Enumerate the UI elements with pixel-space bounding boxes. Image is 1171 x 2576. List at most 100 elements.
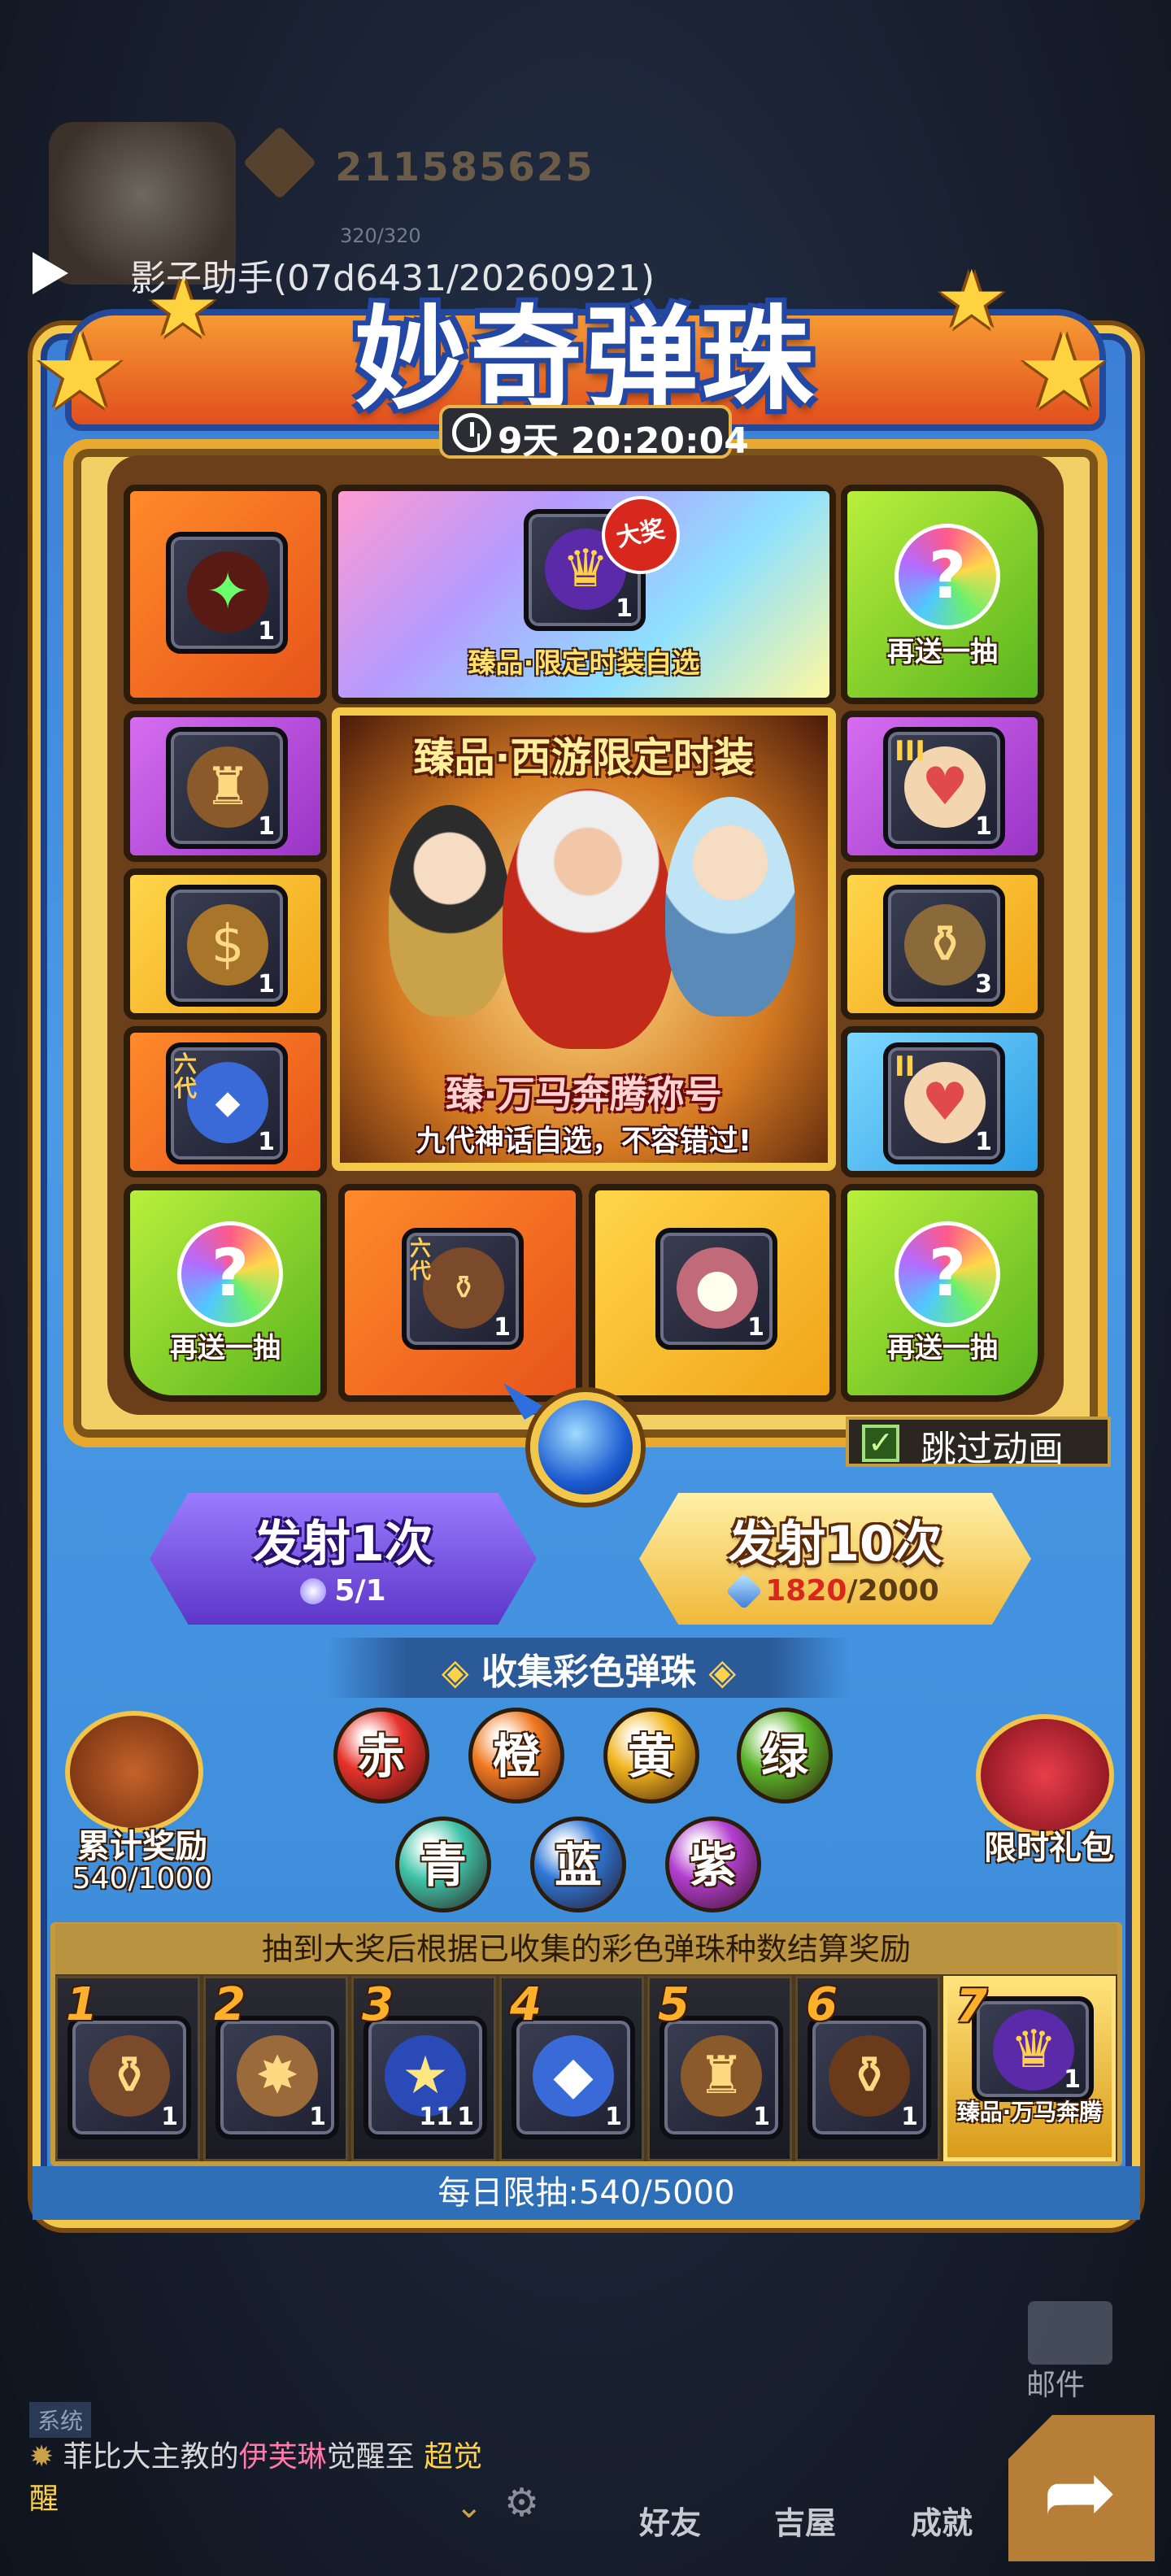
draw-once-cost: 5/1 (150, 1574, 537, 1608)
marble-label: 紫 (689, 1838, 737, 1893)
tier-reward-label: 臻品·万马奔腾 (956, 2099, 1103, 2126)
item-qty: 1 (258, 970, 275, 999)
rainbow-question-icon: ? (177, 1221, 283, 1327)
checkbox-checked-icon[interactable]: ✓ (862, 1425, 899, 1462)
extra-draw-label: 再送一抽 (887, 636, 998, 668)
pet-egg-icon: ♥ (904, 1062, 986, 1143)
system-icon: ✹ (29, 2440, 54, 2474)
tier-number: 4 (510, 1978, 542, 2031)
marble-label: 蓝 (554, 1838, 602, 1893)
tier-number: 1 (66, 1978, 98, 2031)
system-message-name: 伊芙琳 (238, 2440, 327, 2474)
board-tile: $ 1 (124, 868, 327, 1020)
extra-draw-label: 再送一抽 (170, 1332, 281, 1364)
item-qty: 3 (975, 970, 992, 999)
reward-item[interactable]: $ 1 (166, 885, 288, 1007)
draw-ten-button[interactable]: 发射10次 1820/2000 (639, 1493, 1031, 1625)
play-icon[interactable] (33, 252, 68, 294)
board-tile: ● 1 (589, 1184, 836, 1402)
collect-title: ◈ 收集彩色弹珠 ◈ (329, 1643, 849, 1695)
showcase-title: 臻品·西游限定时装 (413, 734, 755, 781)
reward-item[interactable]: ✸ 1 (215, 2016, 339, 2139)
marble-orange: 橙 (468, 1708, 564, 1804)
reward-item[interactable]: ⚱ 1 (808, 2016, 931, 2139)
board-tile: ? 再送一抽 (841, 485, 1044, 704)
marble-yellow: 黄 (603, 1708, 699, 1804)
reward-item[interactable]: ⚱ 3 (883, 885, 1005, 1007)
clock-icon (452, 413, 491, 452)
chevron-down-icon[interactable]: ⌄ (455, 2488, 483, 2526)
treasure-chest-icon[interactable] (65, 1711, 203, 1833)
item-qty: 1 (616, 594, 633, 623)
reward-item[interactable]: ♥ II 1 (883, 1042, 1005, 1164)
tier-number: 7 (956, 1980, 987, 2033)
board-tile: ♜ 1 (124, 711, 327, 862)
board-tile: ✦ 1 (124, 485, 327, 704)
item-tag: II (895, 1051, 916, 1083)
tier-reward[interactable]: ⚱ 1 1 (55, 1976, 200, 2161)
limited-gift-label: 限时礼包 (984, 1830, 1114, 1867)
star-icon: ★ (935, 252, 1008, 347)
item-qty: 1 (457, 2103, 474, 2131)
reward-item[interactable]: ● 1 (655, 1228, 777, 1350)
reward-item[interactable]: ◆ 六代 1 (166, 1042, 288, 1164)
friends-button[interactable]: 好友 (639, 2498, 701, 2543)
power-icon (242, 125, 317, 200)
item-qty: 1 (494, 1313, 511, 1342)
gear-icon[interactable]: ⚙ (504, 2480, 539, 2526)
tier-reward[interactable]: ⚱ 1 6 (795, 1976, 940, 2161)
diamond-owned: 1820 (765, 1574, 847, 1608)
reward-item[interactable]: ⚱ 1 (67, 2016, 191, 2139)
system-message: ✹ 菲比大主教的伊芙琳觉醒至 超觉醒 (29, 2436, 485, 2521)
tier-reward[interactable]: ✸ 1 2 (203, 1976, 348, 2161)
mask-chest-icon: ♜ (187, 746, 268, 828)
hero-right-image (665, 797, 795, 1016)
item-qty: 1 (753, 2103, 770, 2131)
tier-reward[interactable]: ◆ 1 4 (499, 1976, 644, 2161)
tier-reward[interactable]: ★ 11 1 3 (351, 1976, 496, 2161)
tier-number: 3 (362, 1978, 394, 2031)
title-badge-icon: ♛ (993, 2009, 1074, 2091)
reward-item[interactable]: ★ 11 1 (363, 2016, 487, 2139)
tier-reward-final[interactable]: ♛ 1 7 臻品·万马奔腾 (943, 1976, 1116, 2161)
draw-once-button[interactable]: 发射1次 5/1 (150, 1493, 537, 1625)
costume-showcase[interactable]: 臻品·西游限定时装 臻·万马奔腾称号 九代神话自选，不容错过! (332, 707, 836, 1171)
reward-item[interactable]: ◆ 1 (511, 2016, 635, 2139)
marble-label: 橙 (492, 1729, 540, 1784)
item-qty: 1 (258, 617, 275, 646)
item-tag: 六代 (410, 1237, 432, 1284)
reward-item[interactable]: ♜ 1 (166, 727, 288, 849)
tier-reward[interactable]: ♜ 1 5 (647, 1976, 792, 2161)
grand-prize-tile: ♛ 1 臻品·限定时装自选 (332, 485, 836, 704)
chevron-right-icon: ◈ (696, 1651, 737, 1693)
reward-item[interactable]: ♛ 1 (972, 1996, 1094, 2102)
achievement-button[interactable]: 成就 (911, 2498, 973, 2543)
power-value: 211585625 (335, 145, 594, 190)
marble-cyan: 青 (395, 1817, 491, 1912)
marble-launcher[interactable] (530, 1392, 641, 1503)
reward-item[interactable]: ✦ 1 (166, 532, 288, 654)
item-tag: III (895, 735, 925, 768)
accumulate-reward-label: 累计奖励 (77, 1828, 207, 1865)
system-tag: 系统 (29, 2402, 92, 2438)
board-tile: ♥ II 1 (841, 1026, 1044, 1177)
system-message-part: 菲比大主教的 (63, 2440, 239, 2474)
board-tile: ? 再送一抽 (124, 1184, 327, 1402)
house-button[interactable]: 吉屋 (774, 2498, 836, 2543)
reward-item[interactable]: ⚱ 六代 1 (402, 1228, 524, 1350)
marble-label: 绿 (760, 1729, 808, 1784)
mail-icon[interactable] (1028, 2301, 1112, 2365)
tier-number: 5 (658, 1978, 690, 2031)
item-level: 11 (419, 2103, 453, 2131)
item-qty: 1 (258, 1128, 275, 1156)
board-tile: ? 再送一抽 (841, 1184, 1044, 1402)
draw-once-cost-value: 5/1 (334, 1574, 386, 1608)
item-qty: 1 (605, 2103, 622, 2131)
stamina-value: 320/320 (340, 224, 421, 247)
tier-number: 2 (214, 1978, 246, 2031)
item-qty: 1 (1064, 2065, 1081, 2094)
hero-left-image (389, 805, 511, 1016)
reward-item[interactable]: ♜ 1 (660, 2016, 783, 2139)
gift-box-icon[interactable] (976, 1714, 1114, 1836)
reward-item[interactable]: ♥ III 1 (883, 727, 1005, 849)
